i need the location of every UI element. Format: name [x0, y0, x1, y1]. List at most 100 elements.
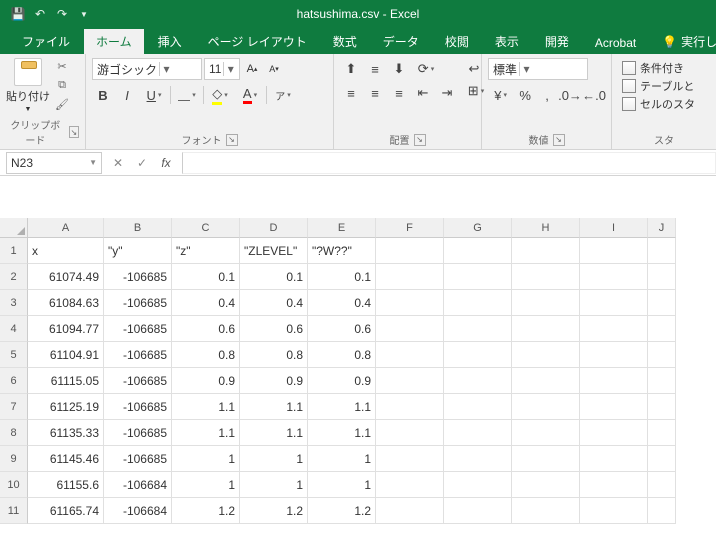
- cell[interactable]: [580, 264, 648, 290]
- cell[interactable]: [580, 472, 648, 498]
- column-header[interactable]: A: [28, 218, 104, 238]
- cell[interactable]: 0.8: [308, 342, 376, 368]
- cell[interactable]: [580, 238, 648, 264]
- increase-indent-icon[interactable]: ⇥: [436, 82, 458, 104]
- cell[interactable]: [444, 290, 512, 316]
- format-painter-icon[interactable]: 🖌: [54, 96, 70, 112]
- cell[interactable]: -106685: [104, 264, 172, 290]
- row-header[interactable]: 10: [0, 472, 28, 498]
- tab-view[interactable]: 表示: [483, 29, 531, 54]
- cell[interactable]: [376, 394, 444, 420]
- cell[interactable]: 0.6: [172, 316, 240, 342]
- cell[interactable]: [444, 498, 512, 524]
- percent-button[interactable]: %: [515, 84, 535, 106]
- cell[interactable]: 0.4: [240, 290, 308, 316]
- insert-function-icon[interactable]: fx: [156, 156, 176, 170]
- formula-cancel-icon[interactable]: ✕: [108, 156, 128, 170]
- cell[interactable]: [648, 290, 676, 316]
- qat-customize-icon[interactable]: ▼: [76, 6, 92, 22]
- cell[interactable]: [512, 472, 580, 498]
- font-color-button[interactable]: A▾: [236, 84, 264, 106]
- cell[interactable]: [376, 238, 444, 264]
- cell[interactable]: "ZLEVEL": [240, 238, 308, 264]
- comma-button[interactable]: ,: [537, 84, 557, 106]
- row-header[interactable]: 11: [0, 498, 28, 524]
- cell[interactable]: 1.1: [308, 394, 376, 420]
- cell[interactable]: [512, 316, 580, 342]
- copy-icon[interactable]: ⧉: [54, 77, 70, 93]
- cell[interactable]: -106684: [104, 498, 172, 524]
- cell[interactable]: 0.6: [240, 316, 308, 342]
- conditional-formatting-button[interactable]: 条件付き: [622, 60, 706, 76]
- cell[interactable]: 0.9: [172, 368, 240, 394]
- column-header[interactable]: B: [104, 218, 172, 238]
- cell[interactable]: [580, 290, 648, 316]
- align-bottom-icon[interactable]: ⬇: [388, 58, 410, 80]
- tab-data[interactable]: データ: [371, 29, 431, 54]
- cell[interactable]: [444, 472, 512, 498]
- tab-tellme[interactable]: 💡実行したい作: [650, 29, 716, 54]
- tab-file[interactable]: ファイル: [10, 29, 82, 54]
- name-box[interactable]: N23▼: [6, 152, 102, 174]
- cell[interactable]: 1: [240, 472, 308, 498]
- cell[interactable]: 61145.46: [28, 446, 104, 472]
- cell[interactable]: 61074.49: [28, 264, 104, 290]
- cell[interactable]: 1: [172, 472, 240, 498]
- cell[interactable]: 1.2: [172, 498, 240, 524]
- underline-button[interactable]: U▾: [140, 84, 168, 106]
- formula-input[interactable]: [182, 152, 716, 174]
- cell[interactable]: [648, 368, 676, 394]
- cell[interactable]: -106685: [104, 316, 172, 342]
- cell[interactable]: [444, 446, 512, 472]
- row-header[interactable]: 5: [0, 342, 28, 368]
- cell[interactable]: [444, 368, 512, 394]
- cell[interactable]: 1.2: [240, 498, 308, 524]
- decrease-font-icon[interactable]: A▾: [264, 58, 284, 80]
- save-icon[interactable]: 💾: [10, 6, 26, 22]
- column-header[interactable]: H: [512, 218, 580, 238]
- column-header[interactable]: E: [308, 218, 376, 238]
- cell[interactable]: [512, 394, 580, 420]
- tab-formulas[interactable]: 数式: [321, 29, 369, 54]
- cell[interactable]: [376, 342, 444, 368]
- column-header[interactable]: J: [648, 218, 676, 238]
- cell[interactable]: [648, 394, 676, 420]
- tab-developer[interactable]: 開発: [533, 29, 581, 54]
- cell[interactable]: 0.1: [308, 264, 376, 290]
- cell[interactable]: [444, 316, 512, 342]
- cell[interactable]: 61084.63: [28, 290, 104, 316]
- cell[interactable]: [376, 472, 444, 498]
- cell[interactable]: [512, 264, 580, 290]
- cell[interactable]: 1.1: [172, 420, 240, 446]
- cell[interactable]: [376, 446, 444, 472]
- cell[interactable]: [580, 316, 648, 342]
- italic-button[interactable]: I: [116, 84, 138, 106]
- increase-font-icon[interactable]: A▴: [242, 58, 262, 80]
- tab-insert[interactable]: 挿入: [146, 29, 194, 54]
- font-size-combo[interactable]: 11▾: [204, 58, 240, 80]
- cell[interactable]: 61135.33: [28, 420, 104, 446]
- cell[interactable]: [580, 498, 648, 524]
- tab-home[interactable]: ホーム: [84, 29, 144, 54]
- cell[interactable]: [648, 420, 676, 446]
- fill-color-button[interactable]: ◇▾: [206, 84, 234, 106]
- column-header[interactable]: I: [580, 218, 648, 238]
- cut-icon[interactable]: ✂: [54, 58, 70, 74]
- cell[interactable]: 1.2: [308, 498, 376, 524]
- cell[interactable]: [376, 316, 444, 342]
- row-header[interactable]: 2: [0, 264, 28, 290]
- decrease-indent-icon[interactable]: ⇤: [412, 82, 434, 104]
- cell[interactable]: [512, 446, 580, 472]
- decrease-decimal-icon[interactable]: ←.0: [583, 84, 605, 106]
- cell[interactable]: 0.1: [172, 264, 240, 290]
- cell[interactable]: -106685: [104, 290, 172, 316]
- cell[interactable]: [580, 446, 648, 472]
- paste-button[interactable]: 貼り付け ▼: [6, 58, 50, 113]
- cell[interactable]: -106685: [104, 420, 172, 446]
- cell[interactable]: "z": [172, 238, 240, 264]
- cell[interactable]: 0.4: [172, 290, 240, 316]
- column-header[interactable]: G: [444, 218, 512, 238]
- number-dialog-launcher[interactable]: ↘: [553, 134, 565, 146]
- cell[interactable]: [648, 264, 676, 290]
- cell[interactable]: 61155.6: [28, 472, 104, 498]
